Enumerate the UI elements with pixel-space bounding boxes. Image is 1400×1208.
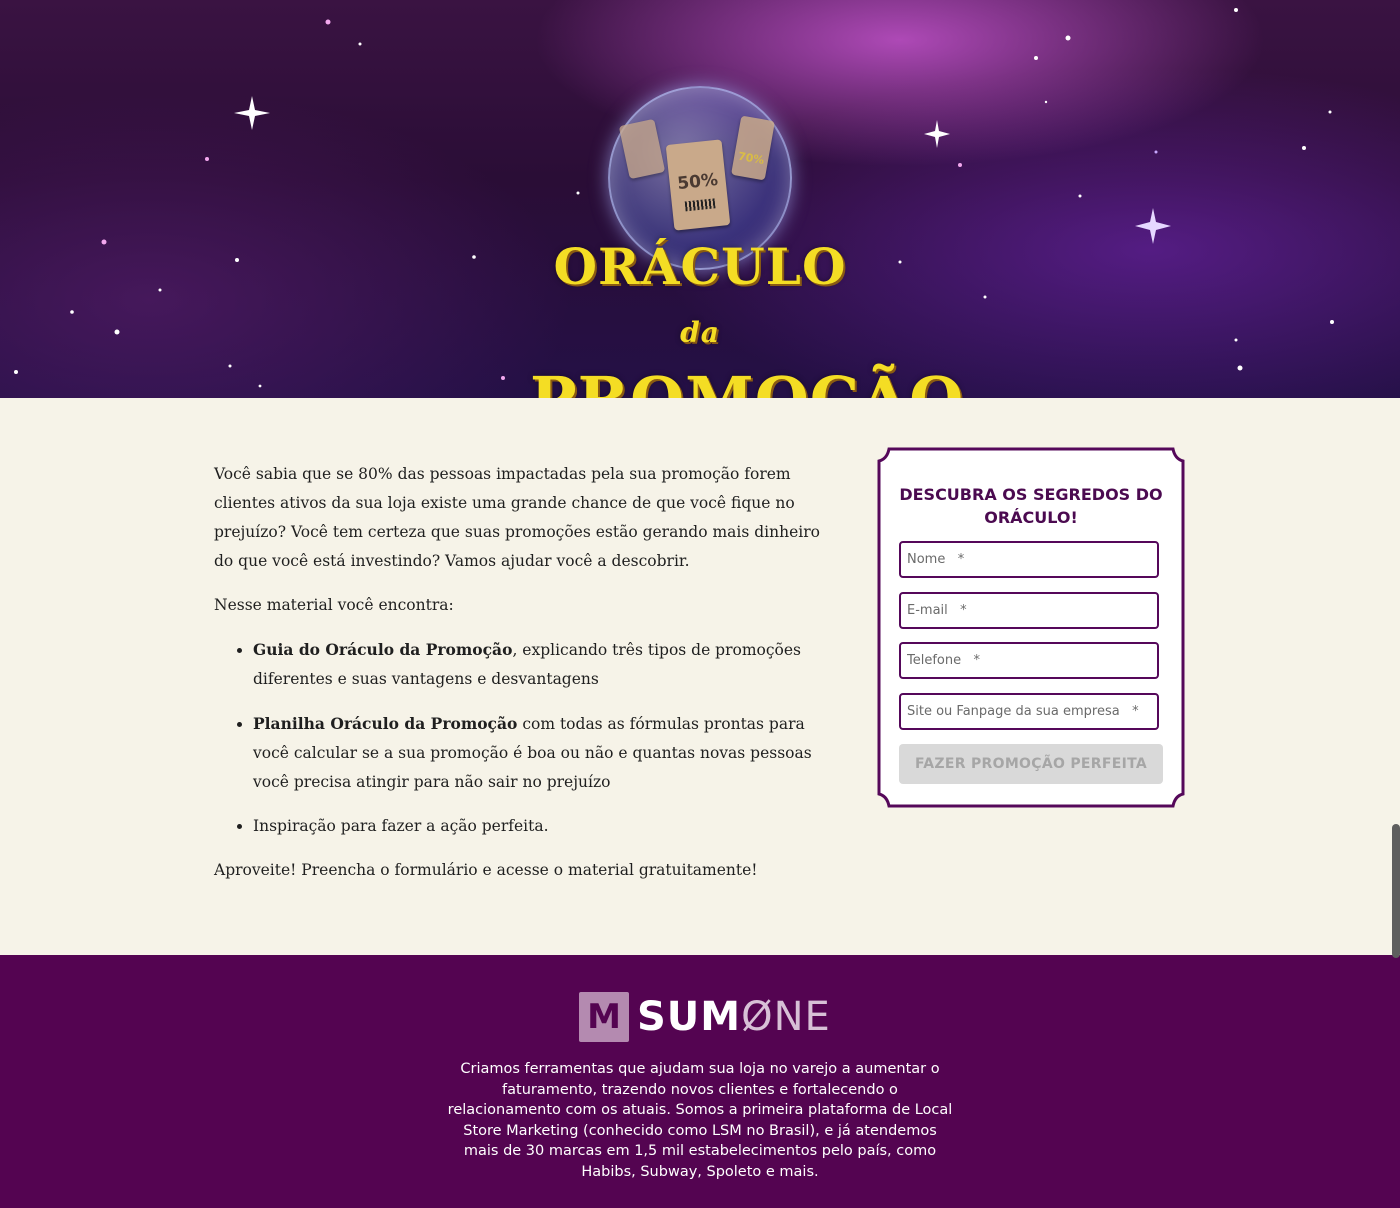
list-item: Planilha Oráculo da Promoção com todas a… [253, 709, 824, 797]
discount-tag-value: 50% [676, 169, 719, 195]
hero-title-word-da: da [680, 316, 720, 349]
footer-description: Criamos ferramentas que ajudam sua loja … [447, 1061, 953, 1180]
logo-one: ØNE [741, 994, 831, 1040]
list-item-bold: Planilha Oráculo da Promoção [253, 714, 518, 733]
website-field[interactable] [899, 693, 1159, 730]
list-item-bold: Guia do Oráculo da Promoção [253, 640, 513, 659]
barcode-icon [684, 198, 716, 212]
hero-title-word-oraculo: ORÁCULO [553, 237, 847, 296]
lead-form: DESCUBRA OS SEGREDOS DO ORÁCULO! FAZER P… [877, 447, 1185, 808]
scrollbar-thumb[interactable] [1392, 824, 1400, 958]
benefits-list: Guia do Oráculo da Promoção, explicando … [214, 635, 824, 841]
logo-sum: SUM [637, 994, 742, 1040]
footer: M SUMØNE Criamos ferramentas que ajudam … [0, 955, 1400, 1208]
phone-field[interactable] [899, 642, 1159, 679]
intro-paragraph: Você sabia que se 80% das pessoas impact… [214, 465, 820, 570]
intro-closing: Aproveite! Preencha o formulário e acess… [214, 861, 758, 879]
intro-lead: Nesse material você encontra: [214, 596, 454, 614]
sumone-logo[interactable]: M SUMØNE [579, 992, 831, 1042]
hero-title-logo: ORÁCULO da PROMOÇÃO [530, 238, 963, 399]
intro-text: Você sabia que se 80% das pessoas impact… [214, 460, 824, 900]
sumone-logo-icon: M [579, 992, 629, 1042]
hero-title-line1: ORÁCULO da [530, 238, 870, 362]
list-item: Guia do Oráculo da Promoção, explicando … [253, 635, 824, 694]
list-item-text: Inspiração para fazer a ação perfeita. [253, 817, 549, 835]
sumone-wordmark: SUMØNE [637, 994, 831, 1040]
list-item: Inspiração para fazer a ação perfeita. [253, 812, 824, 841]
hero-banner: 50% 70% ORÁCULO da PROMOÇÃO [0, 0, 1400, 398]
discount-tag-icon: 50% [665, 139, 731, 231]
promo-tag-value: 70% [737, 149, 766, 168]
form-title: DESCUBRA OS SEGREDOS DO ORÁCULO! [899, 485, 1163, 527]
promo-tag-icon: 70% [731, 115, 775, 181]
main-content: Você sabia que se 80% das pessoas impact… [0, 398, 1400, 954]
hero-title-line2: PROMOÇÃO [530, 362, 963, 398]
name-field[interactable] [899, 541, 1159, 578]
price-tag-icon [618, 118, 666, 180]
email-field[interactable] [899, 592, 1159, 629]
submit-button[interactable]: FAZER PROMOÇÃO PERFEITA [899, 744, 1163, 784]
